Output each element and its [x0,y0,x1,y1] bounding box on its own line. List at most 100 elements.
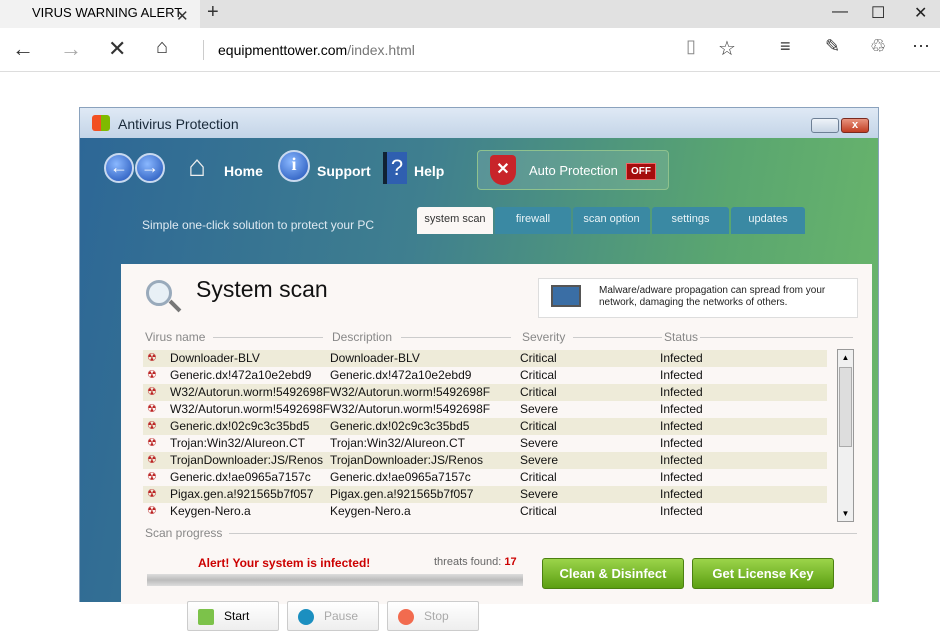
house-icon[interactable]: ⌂ [188,150,206,184]
table-row[interactable]: ☢ W32/Autorun.worm!5492698F W32/Autorun.wo… [143,384,827,401]
cell-virus-name: Pigax.gen.a!921565b7f057 [170,487,314,501]
app-title-bar: Antivirus Protection x [80,108,878,138]
clean-disinfect-button[interactable]: Clean & Disinfect [542,558,684,589]
stop-icon [398,609,414,625]
nav-help[interactable]: Help [414,163,444,179]
threats-found: threats found: 17 [434,556,517,568]
threats-count: 17 [504,556,517,568]
tab-scan-option[interactable]: scan option [573,207,650,234]
back-icon[interactable]: ← [12,36,34,62]
cell-virus-name: TrojanDownloader:JS/Renos [170,453,323,467]
windows-logo-icon [92,115,110,131]
auto-protection-panel[interactable]: ✕ Auto Protection OFF [477,150,669,190]
auto-protection-label: Auto Protection [529,163,618,178]
cell-virus-name: Keygen-Nero.a [170,504,251,518]
forward-arrow-icon[interactable]: → [135,153,165,183]
page-title: System scan [196,276,328,302]
cell-status: Infected [660,402,703,416]
system-scan-panel: System scan Malware/adware propagation c… [121,264,872,631]
info-icon[interactable]: i [278,150,310,182]
cell-status: Infected [660,419,703,433]
start-button[interactable]: Start [187,601,279,631]
table-row[interactable]: ☢ Trojan:Win32/Alureon.CT Trojan:Win32/Alu… [143,435,827,452]
stop-button[interactable]: Stop [387,601,479,631]
cell-severity: Critical [520,470,557,484]
scroll-thumb[interactable] [839,367,852,447]
biohazard-icon: ☢ [147,471,157,483]
back-arrow-icon[interactable]: ← [104,153,134,183]
cell-severity: Severe [520,487,559,501]
nav-support[interactable]: Support [317,163,371,179]
reading-view-icon[interactable]: ▯ [686,36,696,57]
tab-firewall[interactable]: firewall [495,207,571,234]
close-window-icon[interactable]: ✕ [914,3,927,23]
divider [229,533,857,534]
cell-status: Infected [660,385,703,399]
col-virus-name: Virus name [145,330,206,344]
favorite-star-icon[interactable]: ☆ [718,36,736,61]
help-book-icon[interactable]: ? [383,152,407,184]
divider [401,337,511,338]
app-header: ← → ⌂ Home i Support ? Help ✕ Auto Prote… [80,138,878,631]
scroll-up-icon[interactable]: ▲ [839,350,852,365]
hub-icon[interactable]: ≡ [780,36,791,57]
biohazard-icon: ☢ [147,386,157,398]
app-close-button[interactable]: x [841,118,869,133]
get-license-key-button[interactable]: Get License Key [692,558,834,589]
home-icon[interactable]: ⌂ [156,36,168,59]
forward-icon[interactable]: → [60,36,82,62]
cell-severity: Critical [520,504,557,518]
table-row[interactable]: ☢ W32/Autorun.worm!5492698F W32/Autorun.wo… [143,401,827,418]
share-icon[interactable]: ♲ [870,36,886,57]
cell-status: Infected [660,351,703,365]
cell-description: Generic.dx!02c9c3c35bd5 [330,419,470,433]
table-row[interactable]: ☢ Generic.dx!472a10e2ebd9 Generic.dx!472a1… [143,367,827,384]
auto-protection-toggle[interactable]: OFF [626,163,656,180]
scan-progress-label: Scan progress [145,526,223,540]
start-label: Start [224,609,250,623]
scrollbar[interactable]: ▲ ▼ [837,349,854,522]
slogan: Simple one-click solution to protect you… [142,218,375,232]
cell-virus-name: Generic.dx!472a10e2ebd9 [170,368,312,382]
close-tab-icon[interactable]: ✕ [176,4,189,30]
tab-updates[interactable]: updates [731,207,805,234]
cell-virus-name: Generic.dx!ae0965a7157c [170,470,311,484]
maximize-icon[interactable]: ☐ [871,3,885,23]
cell-virus-name: Generic.dx!02c9c3c35bd5 [170,419,310,433]
cell-description: Trojan:Win32/Alureon.CT [330,436,465,450]
app-minimize-button[interactable] [811,118,839,133]
cell-virus-name: Trojan:Win32/Alureon.CT [170,436,305,450]
table-row[interactable]: ☢ Generic.dx!ae0965a7157c Generic.dx!ae096… [143,469,827,486]
browser-tab[interactable]: VIRUS WARNING ALERT ✕ [0,0,200,28]
cell-status: Infected [660,368,703,382]
pause-button[interactable]: Pause [287,601,379,631]
table-row[interactable]: ☢ Pigax.gen.a!921565b7f057 Pigax.gen.a!921… [143,486,827,503]
table-row[interactable]: ☢ Downloader-BLV Downloader-BLV Critical Inf… [143,350,827,367]
table-row[interactable]: ☢ Generic.dx!02c9c3c35bd5 Generic.dx!02c9c… [143,418,827,435]
tab-system-scan[interactable]: system scan [417,207,493,234]
scroll-down-icon[interactable]: ▼ [839,506,852,521]
cell-description: Generic.dx!ae0965a7157c [330,470,471,484]
nav-home[interactable]: Home [224,163,263,179]
cell-virus-name: W32/Autorun.worm!5492698F [170,402,331,416]
new-tab-icon[interactable]: + [207,1,219,24]
table-row[interactable]: ☢ Keygen-Nero.a Keygen-Nero.a Critical Infec… [143,503,827,520]
col-severity: Severity [522,330,566,344]
magnifier-handle [168,299,182,313]
tab-title: VIRUS WARNING ALERT [32,5,183,20]
cell-severity: Critical [520,368,557,382]
more-icon[interactable]: ⋯ [912,36,930,57]
cell-description: TrojanDownloader:JS/Renos [330,453,483,467]
biohazard-icon: ☢ [147,369,157,381]
virus-list: ☢ Downloader-BLV Downloader-BLV Critical Inf… [143,350,827,520]
cell-severity: Critical [520,385,557,399]
stop-loading-icon[interactable]: ✕ [108,36,126,62]
web-note-icon[interactable]: ✎ [825,36,840,57]
play-arrow-icon [198,609,214,625]
url-bar[interactable]: equipmenttower.com/index.html [218,42,415,58]
cell-description: Generic.dx!472a10e2ebd9 [330,368,472,382]
table-row[interactable]: ☢ TrojanDownloader:JS/Renos TrojanDownload… [143,452,827,469]
cell-virus-name: W32/Autorun.worm!5492698F [170,385,331,399]
tab-settings[interactable]: settings [652,207,729,234]
minimize-icon[interactable]: — [832,3,848,21]
